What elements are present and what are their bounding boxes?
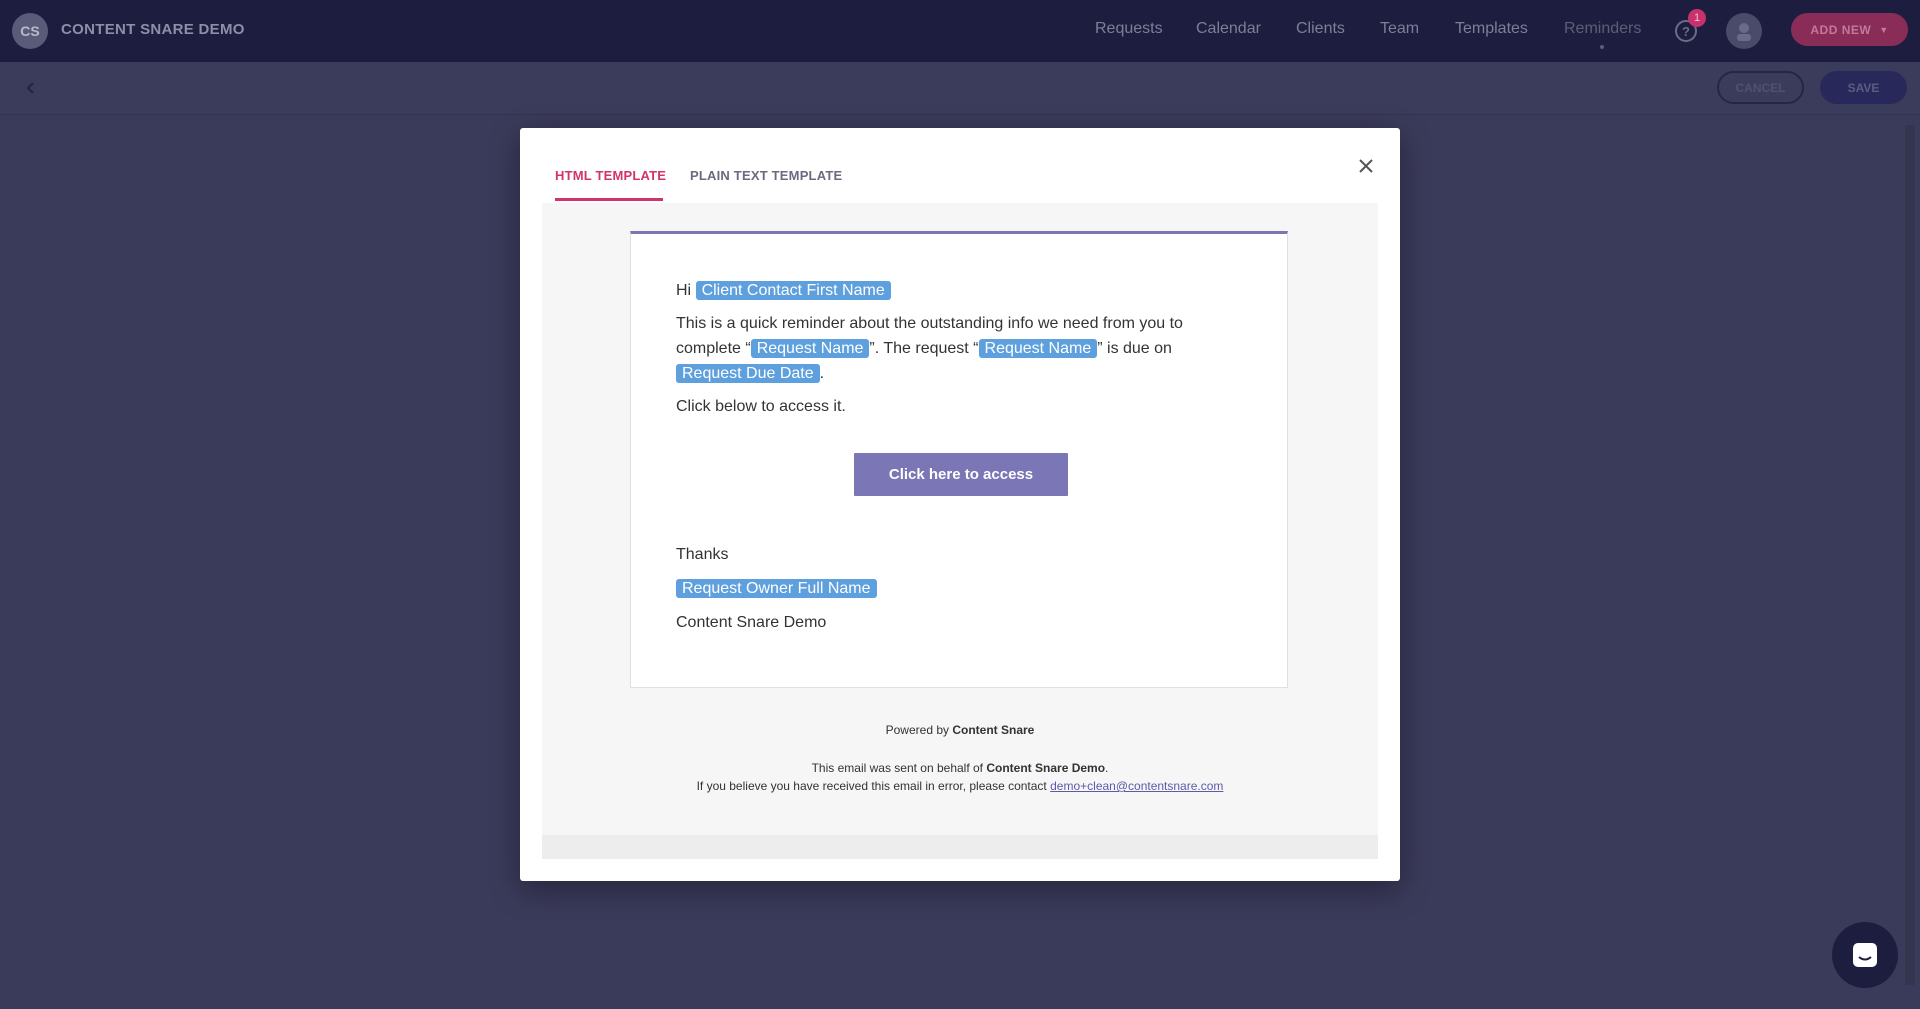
tab-html-template[interactable]: HTML TEMPLATE xyxy=(555,168,666,183)
active-tab-indicator xyxy=(555,198,663,201)
company-name: Content Snare Demo xyxy=(676,614,827,631)
error-contact-text: If you believe you have received this em… xyxy=(696,779,1047,793)
powered-by-text: Powered by xyxy=(885,723,949,737)
access-instruction: Click below to access it. xyxy=(676,398,846,415)
preview-bottom-strip xyxy=(542,835,1378,859)
email-preview-modal: HTML TEMPLATE PLAIN TEXT TEMPLATE Hi Cli… xyxy=(520,128,1400,881)
reminder-text: ”. The request “ xyxy=(869,340,979,357)
active-nav-indicator xyxy=(1600,45,1604,49)
chevron-down-icon: ▼ xyxy=(1879,24,1889,35)
merge-tag-request-owner: Request Owner Full Name xyxy=(676,579,877,598)
back-arrow-icon[interactable] xyxy=(22,79,40,97)
nav-team[interactable]: Team xyxy=(1380,20,1419,38)
nav-templates[interactable]: Templates xyxy=(1455,20,1528,38)
brand-logo[interactable]: CS xyxy=(12,13,48,49)
powered-by-brand: Content Snare xyxy=(952,723,1035,737)
email-content: Hi Client Contact First Name This is a q… xyxy=(676,278,1246,427)
top-navbar: CS CONTENT SNARE DEMO Requests Calendar … xyxy=(0,0,1920,62)
page-scrollbar[interactable] xyxy=(1905,125,1915,985)
merge-tag-request-due-date: Request Due Date xyxy=(676,364,820,383)
chat-launcher-button[interactable] xyxy=(1832,922,1898,988)
user-icon xyxy=(1737,23,1751,41)
greeting-text: Hi xyxy=(676,282,692,299)
user-avatar[interactable] xyxy=(1726,13,1762,49)
merge-tag-request-name: Request Name xyxy=(978,339,1098,358)
svg-text:?: ? xyxy=(1682,24,1690,39)
cancel-button[interactable]: CANCEL xyxy=(1717,71,1804,104)
reminder-text: . xyxy=(819,365,825,382)
nav-reminders[interactable]: Reminders xyxy=(1564,20,1641,38)
reminder-paragraph: This is a quick reminder about the outst… xyxy=(676,311,1246,386)
close-icon[interactable] xyxy=(1355,155,1377,177)
editor-toolbar xyxy=(0,62,1920,115)
email-preview-area: Hi Client Contact First Name This is a q… xyxy=(542,203,1378,859)
reminder-text: ” is due on xyxy=(1097,340,1172,357)
brand-name[interactable]: CONTENT SNARE DEMO xyxy=(61,21,245,38)
add-new-button[interactable]: ADD NEW ▼ xyxy=(1791,13,1908,46)
thanks-text: Thanks xyxy=(676,546,729,563)
notification-badge[interactable]: 1 xyxy=(1688,9,1706,27)
sent-company: Content Snare Demo xyxy=(986,761,1106,775)
merge-tag-client-first-name: Client Contact First Name xyxy=(695,281,891,300)
greeting-line: Hi Client Contact First Name xyxy=(676,278,1246,303)
save-button[interactable]: SAVE xyxy=(1820,71,1907,104)
sent-suffix: . xyxy=(1105,761,1109,775)
nav-clients[interactable]: Clients xyxy=(1296,20,1345,38)
contact-email-link[interactable]: demo+clean@contentsnare.com xyxy=(1050,779,1223,793)
nav-calendar[interactable]: Calendar xyxy=(1196,20,1261,38)
powered-by-footer: Powered by Content Snare xyxy=(542,723,1378,737)
tab-plain-text-template[interactable]: PLAIN TEXT TEMPLATE xyxy=(690,168,842,183)
email-signature: Thanks Request Owner Full Name Content S… xyxy=(676,542,877,644)
add-new-label: ADD NEW xyxy=(1810,22,1872,37)
merge-tag-request-name: Request Name xyxy=(750,339,870,358)
email-body-card: Hi Client Contact First Name This is a q… xyxy=(630,231,1288,688)
sent-on-behalf-text: This email was sent on behalf of xyxy=(811,761,984,775)
access-link-button[interactable]: Click here to access xyxy=(854,453,1068,496)
nav-requests[interactable]: Requests xyxy=(1095,20,1163,38)
legal-footer: This email was sent on behalf of Content… xyxy=(542,759,1378,795)
chat-icon xyxy=(1853,943,1877,967)
